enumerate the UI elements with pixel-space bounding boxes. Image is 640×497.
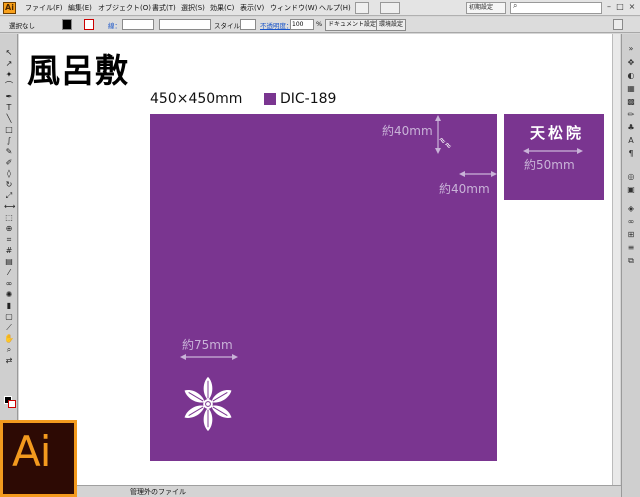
paintbrush-tool-icon[interactable]: ∫ [4,137,14,145]
bridge-icon[interactable] [355,2,369,14]
menu-help[interactable]: ヘルプ(H) [319,3,351,13]
rectangle-tool-icon[interactable]: □ [4,126,14,134]
panel-dock: » ✥ ◐ ▦ ▩ ✏ ♣ A ¶ ◎ ▣ ◈ ∞ ⊞ ≡ ⧉ [621,34,640,497]
color-swatch [264,93,276,105]
minimize-icon[interactable]: – [604,2,614,13]
corner-horizontal-dimension: 約40mm [439,182,490,196]
help-search-input[interactable]: ⌕ [510,1,602,14]
zoom-tool-icon[interactable]: ⌕ [4,346,14,354]
fill-color-swatch[interactable] [62,19,72,30]
direct-selection-tool-icon[interactable]: ↗ [4,60,14,68]
selection-state-label: 選択なし [9,22,35,30]
opacity-label[interactable]: 不透明度： [260,20,293,30]
menu-view[interactable]: 表示(V) [240,3,264,13]
size-label: 450×450mm [150,91,243,107]
eyedropper-tool-icon[interactable]: ⁄ [4,269,14,277]
menu-type[interactable]: 書式(T) [152,3,176,13]
scale-tool-icon[interactable]: ⤢ [4,192,14,200]
color-guide-icon[interactable]: ▦ [626,84,636,93]
symbols-panel-icon[interactable]: ♣ [626,123,636,132]
paragraph-panel-icon[interactable]: ¶ [626,149,636,158]
collapse-panels-icon[interactable]: » [626,44,636,53]
document-title: 風呂敷 [27,51,129,90]
swap-colors-icon[interactable]: ⇄ [4,357,14,365]
appearance-panel-icon[interactable]: ◎ [626,172,636,181]
close-icon[interactable]: × [627,2,637,13]
eraser-tool-icon[interactable]: ◊ [4,170,14,178]
corner-vertical-dimension: 約40mm [382,124,433,138]
pencil-tool-icon[interactable]: ✎ [4,148,14,156]
workspace-select[interactable]: 初期設定 [466,2,506,14]
temple-name-text: 天松院 [530,124,585,142]
control-bar: 選択なし 線： スタイル： 不透明度： 100 % ドキュメント設定 環境設定 [0,17,640,33]
menu-select[interactable]: 選択(S) [181,3,205,13]
menu-file[interactable]: ファイル(F) [25,3,63,13]
opacity-input[interactable]: 100 [290,19,314,30]
graphic-styles-icon[interactable]: ▣ [626,185,636,194]
symbol-sprayer-tool-icon[interactable]: ✺ [4,291,14,299]
brushes-panel-icon[interactable]: ✏ [626,110,636,119]
emblem-dimension-label: 約75mm [182,338,233,352]
app-logo-icon: Ai [3,2,16,14]
magic-wand-tool-icon[interactable]: ✦ [4,71,14,79]
perspective-grid-tool-icon[interactable]: ⌗ [4,236,14,244]
width-tool-icon[interactable]: ⟷ [4,203,15,211]
hand-tool-icon[interactable]: ✋ [4,335,14,343]
illustrator-window: Ai ファイル(F) 編集(E) オブジェクト(O) 書式(T) 選択(S) 効… [0,0,640,497]
stroke-weight-select[interactable] [122,19,154,30]
swatches-panel-icon[interactable]: ▩ [626,97,636,106]
preferences-button[interactable]: 環境設定 [376,19,407,31]
opacity-unit: % [316,20,323,28]
column-graph-tool-icon[interactable]: ▮ [4,302,14,310]
character-panel-icon[interactable]: A [626,136,636,145]
line-tool-icon[interactable]: ╲ [4,115,14,123]
layers-panel-icon[interactable]: ◈ [626,204,636,213]
variable-width-select[interactable] [159,19,211,30]
blob-brush-tool-icon[interactable]: ✐ [4,159,14,167]
gradient-tool-icon[interactable]: ▤ [4,258,14,266]
artboard-tool-icon[interactable]: ▢ [4,313,14,321]
status-bar: 管理外のファイル [0,485,621,497]
free-transform-tool-icon[interactable]: ⬚ [4,214,14,222]
side-dimension-arrow [523,148,583,154]
stroke-color-swatch[interactable] [84,19,94,30]
rotate-tool-icon[interactable]: ↻ [4,181,14,189]
menu-effect[interactable]: 効果(C) [210,3,234,13]
menu-object[interactable]: オブジェクト(O) [98,3,151,13]
search-icon: ⌕ [513,1,518,10]
color-name-label: DIC-189 [280,91,337,107]
panel-menu-icon[interactable] [613,19,623,30]
mesh-tool-icon[interactable]: # [4,247,14,255]
document-setup-button[interactable]: ドキュメント設定 [325,19,380,31]
emblem-dimension-arrow [180,354,238,360]
illustrator-logo: Ai [0,420,77,497]
type-tool-icon[interactable]: T [4,104,14,112]
menu-window[interactable]: ウィンドウ(W) [270,3,317,13]
pen-tool-icon[interactable]: ✒ [4,93,14,101]
selection-tool-icon[interactable]: ↖ [4,49,14,57]
menu-bar: Ai ファイル(F) 編集(E) オブジェクト(O) 書式(T) 選択(S) 効… [0,0,640,16]
shape-builder-tool-icon[interactable]: ⊕ [4,225,14,233]
artboard-canvas[interactable]: 風呂敷 450×450mm DIC-189 約40mm 約40mm ≈≈ 天松院… [19,34,612,485]
graphic-style-select[interactable] [240,19,256,30]
lasso-tool-icon[interactable]: ⌒ [4,82,14,90]
vertical-scrollbar[interactable] [612,34,620,485]
status-text: 管理外のファイル [130,488,186,496]
logo-text: Ai [12,427,51,476]
maximize-icon[interactable]: □ [615,2,625,13]
align-panel-icon[interactable]: ≡ [626,243,636,252]
menu-edit[interactable]: 編集(E) [68,3,92,13]
transform-panel-icon[interactable]: ⧉ [626,256,636,265]
stroke-label[interactable]: 線： [108,20,121,30]
links-panel-icon[interactable]: ∞ [626,217,636,226]
navigator-panel-icon[interactable]: ✥ [626,58,636,67]
stroke-color-box[interactable] [8,400,16,408]
arrange-documents-icon[interactable] [380,2,400,14]
color-panel-icon[interactable]: ◐ [626,71,636,80]
side-dimension-label: 約50mm [524,158,575,172]
artboards-panel-icon[interactable]: ⊞ [626,230,636,239]
blend-tool-icon[interactable]: ∞ [4,280,14,288]
slice-tool-icon[interactable]: ⟋ [4,324,14,332]
family-crest-emblem [184,376,232,432]
